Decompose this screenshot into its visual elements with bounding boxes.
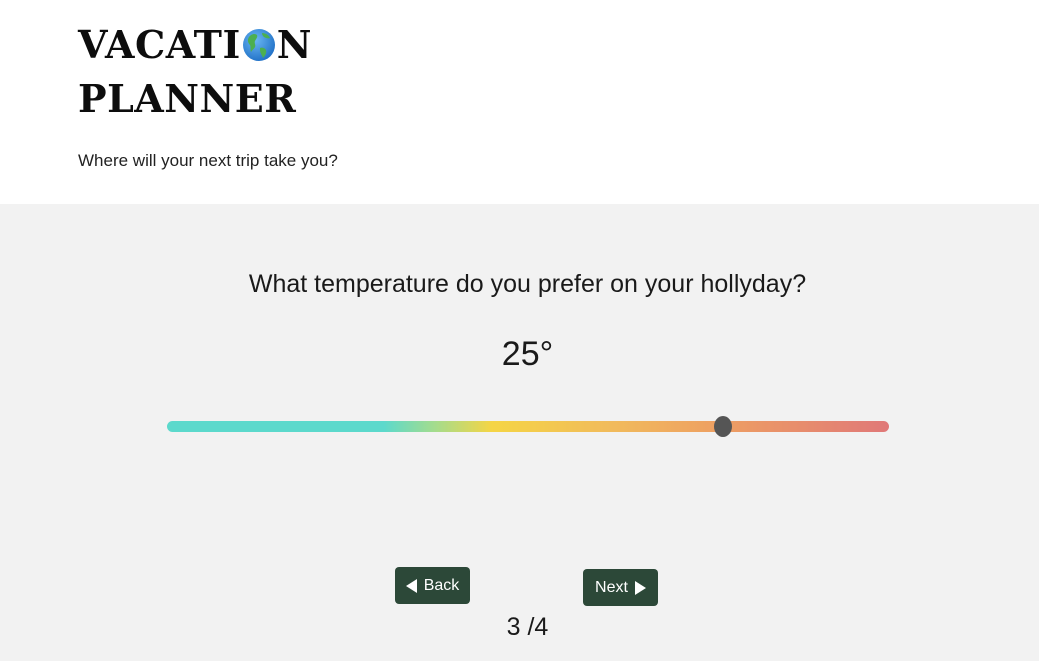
page-header: VACATI N PLANNER Where will your next tri… (0, 0, 1039, 204)
next-button[interactable]: Next (583, 569, 658, 606)
triangle-right-icon (634, 580, 646, 595)
globe-icon (242, 29, 275, 61)
question-text: What temperature do you prefer on your h… (248, 270, 807, 298)
next-button-label: Next (595, 578, 628, 596)
brand-text-part1: VACATI (78, 22, 241, 67)
slider-thumb[interactable] (713, 416, 732, 437)
temperature-value: 25° (501, 335, 554, 373)
triangle-left-icon (405, 578, 417, 593)
tagline: Where will your next trip take you? (78, 151, 338, 170)
questionnaire-panel: What temperature do you prefer on your h… (0, 204, 1039, 661)
brand-logo: VACATI N PLANNER (78, 18, 338, 126)
back-button[interactable]: Back (395, 567, 470, 604)
temperature-slider[interactable] (167, 416, 889, 437)
brand-text-part2: N (276, 22, 312, 67)
brand-line-2: PLANNER (78, 76, 297, 121)
step-progress: 3 /4 (506, 613, 549, 641)
brand-line-1: VACATI N (78, 18, 338, 72)
back-button-label: Back (423, 576, 460, 594)
